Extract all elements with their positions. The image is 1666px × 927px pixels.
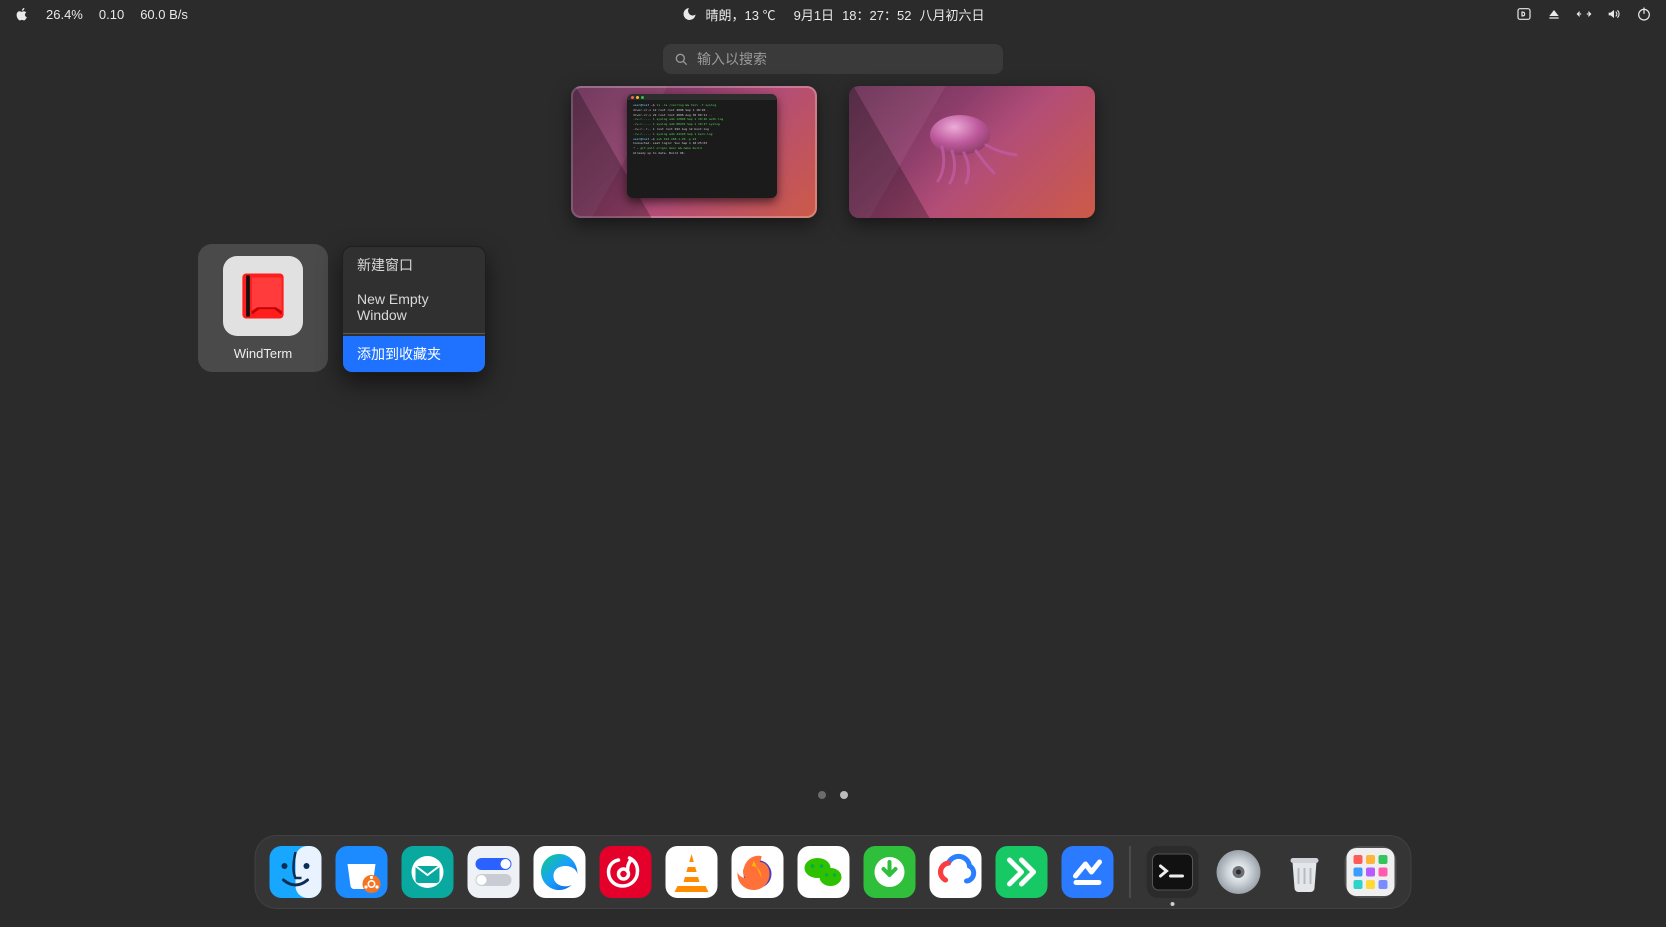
ctx-item-add-favorite[interactable]: 添加到收藏夹 (343, 336, 485, 372)
dock-container (255, 835, 1412, 909)
input-method-icon[interactable] (1516, 6, 1532, 22)
top-bar: 26.4% 0.10 60.0 B/s 晴朗，13 ℃ 9月1日 18：27：5… (0, 0, 1666, 28)
search-input[interactable] (663, 44, 1003, 74)
search-container (663, 44, 1003, 74)
topbar-date[interactable]: 9月1日 (794, 5, 834, 24)
dock (255, 835, 1412, 909)
downloader-icon[interactable] (864, 846, 916, 898)
mail-icon[interactable] (402, 846, 454, 898)
edge-browser-icon[interactable] (534, 846, 586, 898)
network-arrows-icon[interactable] (1576, 6, 1592, 22)
settings-pill-icon[interactable] (468, 846, 520, 898)
trash-icon[interactable] (1279, 846, 1331, 898)
jellyfish-wallpaper-icon (912, 107, 1032, 187)
load-average: 0.10 (99, 7, 124, 22)
workspace-thumb-2[interactable] (849, 86, 1095, 218)
terminal-icon[interactable] (1147, 846, 1199, 898)
vlc-icon[interactable] (666, 846, 718, 898)
edrawmind-icon[interactable] (996, 846, 1048, 898)
net-speed: 60.0 B/s (140, 7, 188, 22)
volume-icon[interactable] (1606, 6, 1622, 22)
firefox-icon[interactable] (732, 846, 784, 898)
software-store-icon[interactable] (336, 846, 388, 898)
finder-icon[interactable] (270, 846, 322, 898)
weather-text[interactable]: 晴朗，13 ℃ (706, 5, 776, 24)
search-icon (673, 51, 689, 67)
disc-icon[interactable] (1213, 846, 1265, 898)
windterm-icon (223, 256, 303, 336)
baidu-netdisk-icon[interactable] (930, 846, 982, 898)
dock-separator (1130, 846, 1131, 898)
wechat-icon[interactable] (798, 846, 850, 898)
eject-icon[interactable] (1546, 6, 1562, 22)
ctx-item-new-window[interactable]: 新建窗口 (343, 247, 485, 283)
topbar-time[interactable]: 18：27：52 (842, 5, 911, 24)
todesk-icon[interactable] (1062, 846, 1114, 898)
page-dot-1[interactable] (818, 791, 826, 799)
night-moon-icon (682, 6, 698, 22)
cpu-percent: 26.4% (46, 7, 83, 22)
page-indicator (818, 791, 848, 799)
app-windterm[interactable]: WindTerm (198, 244, 328, 372)
topbar-lunar[interactable]: 八月初六日 (919, 5, 984, 24)
mini-terminal-preview: user@host ~$ ls -la /var/log && tail -f … (627, 94, 777, 198)
page-dot-2[interactable] (840, 791, 848, 799)
workspace-switcher: user@host ~$ ls -la /var/log && tail -f … (0, 86, 1666, 218)
context-menu: 新建窗口 New Empty Window 添加到收藏夹 (342, 246, 486, 373)
ctx-item-new-empty-window[interactable]: New Empty Window (343, 283, 485, 331)
ctx-divider (343, 333, 485, 334)
netease-music-icon[interactable] (600, 846, 652, 898)
app-label: WindTerm (234, 346, 293, 361)
launchpad-icon[interactable] (1345, 846, 1397, 898)
power-icon[interactable] (1636, 6, 1652, 22)
apple-logo-icon[interactable] (14, 6, 30, 22)
workspace-thumb-1[interactable]: user@host ~$ ls -la /var/log && tail -f … (571, 86, 817, 218)
